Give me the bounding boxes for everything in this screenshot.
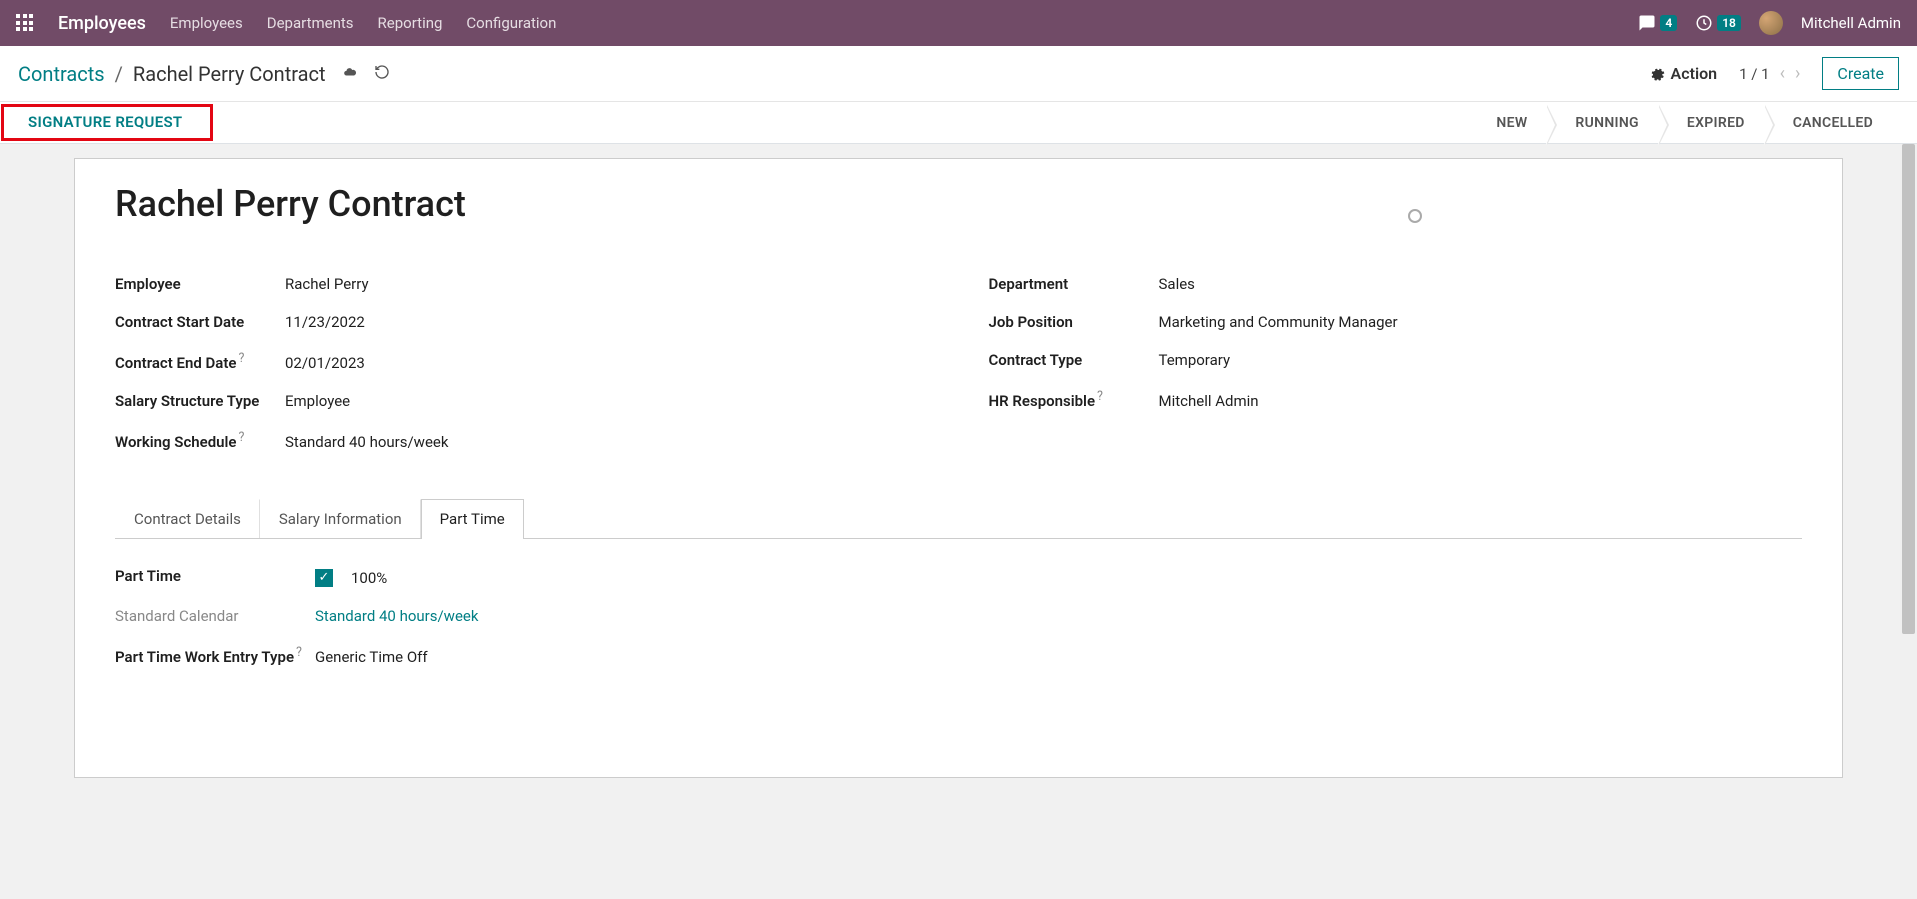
value-part-time: ✓ 100%: [315, 569, 387, 587]
value-end-date[interactable]: 02/01/2023: [285, 354, 365, 372]
breadcrumb-current: Rachel Perry Contract: [133, 62, 326, 86]
form-col-right: Department Sales Job Position Marketing …: [989, 275, 1803, 471]
field-contract-type: Contract Type Temporary: [989, 351, 1803, 369]
field-job-position: Job Position Marketing and Community Man…: [989, 313, 1803, 331]
value-work-entry-type[interactable]: Generic Time Off: [315, 648, 428, 666]
field-employee: Employee Rachel Perry: [115, 275, 929, 293]
statusbar: NEW RUNNING EXPIRED CANCELLED: [1468, 105, 1917, 141]
activities-badge: 18: [1717, 15, 1741, 31]
breadcrumb-sep: /: [115, 62, 123, 86]
record-title: Rachel Perry Contract: [115, 183, 1802, 225]
value-working-schedule[interactable]: Standard 40 hours/week: [285, 433, 448, 451]
part-time-checkbox[interactable]: ✓: [315, 569, 333, 587]
content-wrap: Rachel Perry Contract Employee Rachel Pe…: [0, 144, 1917, 899]
signature-request-highlight: SIGNATURE REQUEST: [1, 104, 213, 141]
control-right: Action 1 / 1 ‹ › Create: [1649, 57, 1899, 90]
field-department: Department Sales: [989, 275, 1803, 293]
kanban-state-indicator[interactable]: [1408, 209, 1422, 223]
label-department: Department: [989, 275, 1159, 293]
tab-part-time[interactable]: Part Time: [421, 499, 524, 539]
sheet-inner: Rachel Perry Contract Employee Rachel Pe…: [115, 183, 1802, 666]
signature-request-button[interactable]: SIGNATURE REQUEST: [28, 113, 182, 131]
label-end-date: Contract End Date?: [115, 351, 285, 372]
label-employee: Employee: [115, 275, 285, 293]
label-work-entry-type: Part Time Work Entry Type?: [115, 645, 315, 666]
nav-employees[interactable]: Employees: [170, 14, 243, 32]
label-standard-calendar: Standard Calendar: [115, 607, 315, 625]
user-name[interactable]: Mitchell Admin: [1801, 14, 1901, 32]
field-part-time: Part Time ✓ 100%: [115, 567, 1802, 587]
scrollbar[interactable]: [1900, 144, 1917, 899]
create-button[interactable]: Create: [1822, 57, 1899, 90]
apps-menu-icon[interactable]: [16, 14, 34, 32]
navbar-right: 4 18 Mitchell Admin: [1638, 11, 1901, 35]
pager: 1 / 1 ‹ ›: [1739, 63, 1800, 84]
label-part-time: Part Time: [115, 567, 315, 585]
pager-value: 1 / 1: [1739, 65, 1770, 83]
pager-next-icon[interactable]: ›: [1795, 63, 1800, 84]
label-job-position: Job Position: [989, 313, 1159, 331]
user-avatar[interactable]: [1759, 11, 1783, 35]
messages-badge: 4: [1660, 15, 1677, 31]
label-salary-structure: Salary Structure Type: [115, 392, 285, 410]
breadcrumb: Contracts / Rachel Perry Contract: [18, 62, 390, 86]
chat-icon: [1638, 14, 1656, 32]
status-running[interactable]: RUNNING: [1547, 105, 1658, 141]
label-contract-type: Contract Type: [989, 351, 1159, 369]
field-working-schedule: Working Schedule? Standard 40 hours/week: [115, 430, 929, 451]
field-start-date: Contract Start Date 11/23/2022: [115, 313, 929, 331]
value-salary-structure[interactable]: Employee: [285, 392, 350, 410]
notebook-tabs: Contract Details Salary Information Part…: [115, 499, 1802, 539]
field-end-date: Contract End Date? 02/01/2023: [115, 351, 929, 372]
status-cancelled[interactable]: CANCELLED: [1765, 105, 1893, 141]
gear-icon: [1649, 66, 1665, 82]
value-department[interactable]: Sales: [1159, 275, 1195, 293]
breadcrumb-parent[interactable]: Contracts: [18, 62, 105, 86]
value-employee[interactable]: Rachel Perry: [285, 275, 369, 293]
activities-indicator[interactable]: 18: [1695, 14, 1741, 32]
tab-salary-information[interactable]: Salary Information: [260, 499, 421, 538]
clock-icon: [1695, 14, 1713, 32]
statusbar-row: SIGNATURE REQUEST NEW RUNNING EXPIRED CA…: [0, 102, 1917, 144]
control-bar: Contracts / Rachel Perry Contract Action…: [0, 46, 1917, 102]
tab-contract-details[interactable]: Contract Details: [115, 499, 260, 538]
messages-indicator[interactable]: 4: [1638, 14, 1677, 32]
action-label: Action: [1671, 64, 1718, 83]
nav-configuration[interactable]: Configuration: [466, 14, 556, 32]
nav-reporting[interactable]: Reporting: [378, 14, 443, 32]
form-grid: Employee Rachel Perry Contract Start Dat…: [115, 275, 1802, 471]
field-hr-responsible: HR Responsible? Mitchell Admin: [989, 389, 1803, 410]
label-hr-responsible: HR Responsible?: [989, 389, 1159, 410]
value-job-position[interactable]: Marketing and Community Manager: [1159, 313, 1398, 331]
action-dropdown[interactable]: Action: [1649, 64, 1718, 83]
status-expired[interactable]: EXPIRED: [1659, 105, 1765, 141]
form-sheet: Rachel Perry Contract Employee Rachel Pe…: [74, 158, 1843, 778]
value-contract-type[interactable]: Temporary: [1159, 351, 1231, 369]
app-name[interactable]: Employees: [58, 13, 146, 34]
field-standard-calendar: Standard Calendar Standard 40 hours/week: [115, 607, 1802, 625]
cloud-icon[interactable]: [342, 65, 358, 83]
status-new[interactable]: NEW: [1468, 105, 1547, 141]
part-time-percent[interactable]: 100%: [351, 569, 387, 587]
field-work-entry-type: Part Time Work Entry Type? Generic Time …: [115, 645, 1802, 666]
pager-prev-icon[interactable]: ‹: [1780, 63, 1785, 84]
navbar-left: Employees Employees Departments Reportin…: [16, 13, 556, 34]
value-start-date[interactable]: 11/23/2022: [285, 313, 365, 331]
value-standard-calendar[interactable]: Standard 40 hours/week: [315, 607, 478, 625]
scrollbar-thumb[interactable]: [1902, 144, 1915, 634]
value-hr-responsible[interactable]: Mitchell Admin: [1159, 392, 1259, 410]
label-working-schedule: Working Schedule?: [115, 430, 285, 451]
top-navbar: Employees Employees Departments Reportin…: [0, 0, 1917, 46]
label-start-date: Contract Start Date: [115, 313, 285, 331]
tab-content-part-time: Part Time ✓ 100% Standard Calendar Stand…: [115, 539, 1802, 666]
form-col-left: Employee Rachel Perry Contract Start Dat…: [115, 275, 929, 471]
field-salary-structure: Salary Structure Type Employee: [115, 392, 929, 410]
undo-icon[interactable]: [374, 64, 390, 84]
nav-departments[interactable]: Departments: [267, 14, 354, 32]
